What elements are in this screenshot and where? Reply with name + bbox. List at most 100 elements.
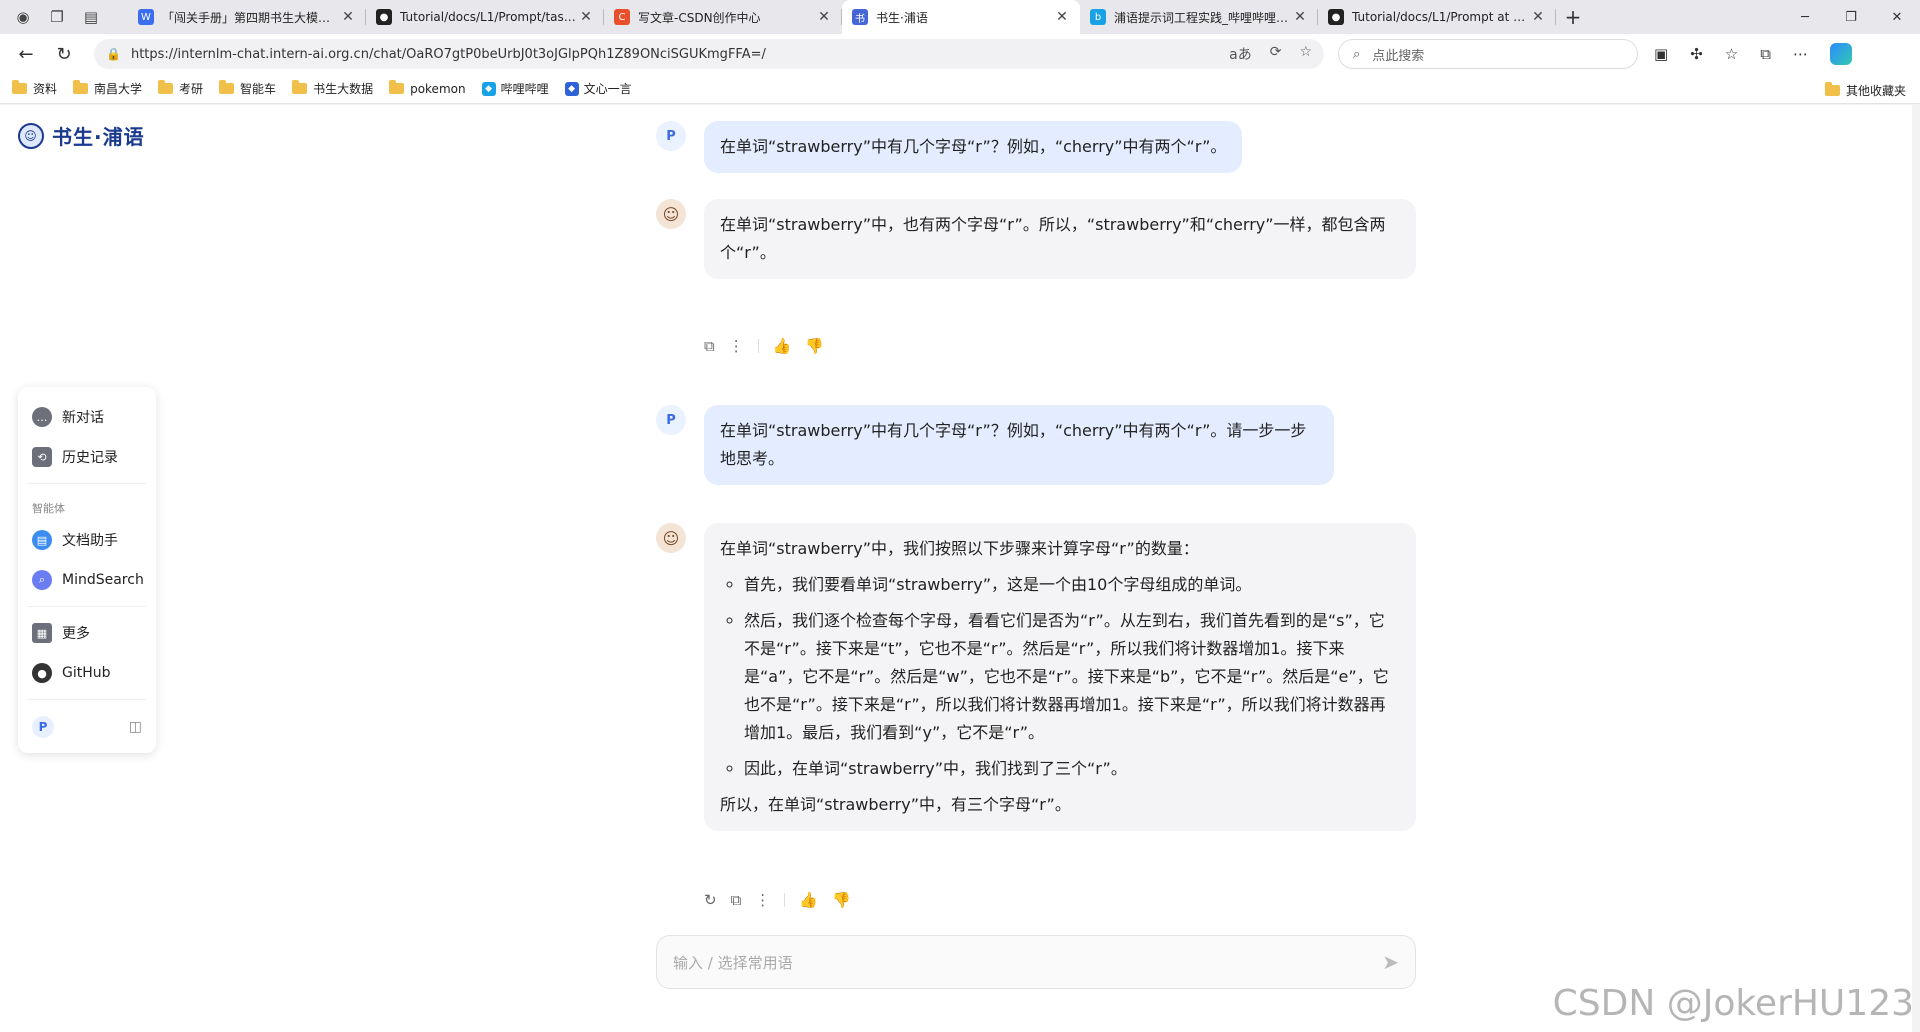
collapse-sidebar-icon[interactable]: ◫ — [129, 719, 142, 735]
thumbs-down-icon[interactable]: 👎 — [805, 337, 824, 355]
close-tab-icon[interactable]: ✕ — [1292, 9, 1308, 25]
address-bar[interactable]: 🔒 https://internlm-chat.intern-ai.org.cn… — [94, 39, 1324, 69]
restore-icon[interactable]: ❐ — [1828, 0, 1874, 34]
other-bookmarks-label: 其他收藏夹 — [1845, 84, 1906, 98]
bookmark-item[interactable]: 资料 — [12, 80, 57, 97]
bookmark-item[interactable]: ◆ 文心一言 — [564, 80, 632, 97]
read-aloud-icon[interactable]: aあ — [1229, 44, 1252, 64]
refresh-button[interactable]: ↻ — [48, 38, 80, 70]
bookmark-label: 文心一言 — [583, 82, 632, 96]
copy-icon[interactable]: ⧉ — [731, 891, 742, 909]
app-available-icon[interactable]: ⟳ — [1270, 44, 1282, 64]
screenshot-icon[interactable]: ⧉ — [1760, 45, 1771, 63]
tab-title: 书生·浦语 — [876, 10, 928, 25]
logo-mascot-icon: ☺ — [18, 122, 44, 149]
extension-icon[interactable]: ▣ — [1654, 45, 1668, 63]
lock-icon[interactable]: 🔒 — [106, 47, 121, 61]
close-tab-icon[interactable]: ✕ — [1054, 9, 1070, 25]
browser-tab[interactable]: W 「闯关手册」第四期书生大模型实 ✕ — [128, 0, 366, 34]
more-button[interactable]: ▦ 更多 — [28, 613, 146, 653]
more-menu-icon[interactable]: ⋯ — [1793, 45, 1808, 63]
chat-input[interactable]: 输入 / 选择常用语 ➤ — [656, 935, 1416, 989]
history-button[interactable]: ⟲ 历史记录 — [28, 437, 146, 477]
window-controls: ─ ❐ ✕ — [1782, 0, 1920, 34]
search-icon: ⌕ — [1353, 46, 1361, 62]
divider — [784, 893, 786, 907]
back-button[interactable]: ← — [10, 38, 42, 70]
tab-title: 写文章-CSDN创作中心 — [638, 10, 761, 25]
thumbs-up-icon[interactable]: 👍 — [773, 337, 792, 355]
close-tab-icon[interactable]: ✕ — [816, 9, 832, 25]
scrollbar-rail[interactable] — [1912, 105, 1920, 1032]
agent-document-assistant[interactable]: ▤ 文档助手 — [28, 520, 146, 560]
divider — [28, 483, 146, 484]
url-text[interactable]: https://internlm-chat.intern-ai.org.cn/c… — [131, 47, 1229, 62]
new-tab-button[interactable]: + — [1556, 0, 1590, 34]
vertical-tabs-icon[interactable]: ▤ — [76, 3, 106, 31]
close-window-icon[interactable]: ✕ — [1874, 0, 1920, 34]
user-avatar[interactable]: P — [32, 716, 54, 738]
copy-icon[interactable]: ⧉ — [704, 337, 715, 355]
user-message: P 在单词“strawberry”中有几个字母“r”？例如，“cherry”中有… — [656, 405, 1334, 485]
csdn-watermark: CSDN @JokerHU123 — [1552, 983, 1914, 1024]
browser-tab[interactable]: C 写文章-CSDN创作中心 ✕ — [604, 0, 842, 34]
chat-bubble-icon: … — [32, 407, 52, 427]
minimize-icon[interactable]: ─ — [1782, 0, 1828, 34]
bookmark-item[interactable]: 南昌大学 — [73, 80, 142, 97]
assistant-avatar-icon: ☺ — [656, 523, 686, 553]
app-logo[interactable]: ☺ 书生·浦语 — [18, 121, 145, 150]
more-options-icon[interactable]: ⋮ — [755, 891, 770, 909]
tab-favicon-icon: ● — [376, 9, 392, 25]
favorite-star-icon[interactable]: ☆ — [1299, 44, 1312, 64]
browser-tab[interactable]: ● Tutorial/docs/L1/Prompt/tasks.m ✕ — [366, 0, 604, 34]
folder-icon — [219, 80, 235, 94]
document-assistant-icon: ▤ — [32, 530, 52, 550]
search-box[interactable]: ⌕ 点此搜索 — [1338, 39, 1638, 69]
other-bookmarks[interactable]: 其他收藏夹 — [1824, 82, 1906, 99]
chat-input-placeholder: 输入 / 选择常用语 — [673, 953, 793, 972]
extensions-puzzle-icon[interactable]: ✣ — [1690, 45, 1703, 63]
toolbar-extensions: ▣ ✣ ☆ ⧉ ⋯ — [1654, 43, 1852, 65]
user-avatar: P — [656, 121, 686, 151]
tab-favicon-icon: 书 — [852, 9, 868, 25]
tab-favicon-icon: b — [1090, 9, 1106, 25]
browser-tab[interactable]: 书书生·浦语 ✕ — [842, 0, 1080, 34]
divider — [28, 699, 146, 700]
bookmark-item[interactable]: pokemon — [389, 80, 466, 96]
close-tab-icon[interactable]: ✕ — [340, 9, 356, 25]
folder-icon — [389, 80, 405, 94]
send-icon[interactable]: ➤ — [1382, 950, 1399, 974]
bookmark-item[interactable]: ◆ 哔哩哔哩 — [481, 80, 549, 97]
address-bar-actions: aあ ⟳ ☆ — [1229, 44, 1312, 64]
browser-tab[interactable]: ● Tutorial/docs/L1/Prompt at camp ✕ — [1318, 0, 1556, 34]
close-tab-icon[interactable]: ✕ — [1530, 9, 1546, 25]
assistant-message-bubble: 在单词“strawberry”中，也有两个字母“r”。所以，“strawberr… — [704, 199, 1416, 279]
copilot-icon[interactable] — [1829, 43, 1852, 65]
profile-icon[interactable]: ◉ — [8, 3, 38, 31]
bookmark-label: 南昌大学 — [94, 82, 143, 96]
browser-tab[interactable]: b 浦语提示词工程实践_哔哩哔哩_bi ✕ — [1080, 0, 1318, 34]
new-chat-button[interactable]: … 新对话 — [28, 397, 146, 437]
bookmark-item[interactable]: 考研 — [158, 80, 203, 97]
more-options-icon[interactable]: ⋮ — [729, 337, 744, 355]
agent-mindsearch[interactable]: ⌕ MindSearch — [28, 560, 146, 600]
bookmark-label: 考研 — [179, 82, 204, 96]
github-link[interactable]: ● GitHub — [28, 653, 146, 693]
user-avatar: P — [656, 405, 686, 435]
regenerate-icon[interactable]: ↻ — [704, 891, 717, 909]
bookmark-label: 书生大数据 — [313, 82, 374, 96]
message-actions: ↻ ⧉ ⋮ 👍 👎 — [704, 891, 851, 909]
bookmark-item[interactable]: 书生大数据 — [292, 80, 373, 97]
workspaces-icon[interactable]: ❐ — [42, 3, 72, 31]
favorites-icon[interactable]: ☆ — [1725, 45, 1738, 63]
thumbs-up-icon[interactable]: 👍 — [799, 891, 818, 909]
list-item: 然后，我们逐个检查每个字母，看看它们是否为“r”。从左到右，我们首先看到的是“s… — [744, 607, 1400, 747]
thumbs-down-icon[interactable]: 👎 — [832, 891, 851, 909]
agent-label: MindSearch — [62, 572, 144, 588]
assistant-avatar-icon: ☺ — [656, 199, 686, 229]
close-tab-icon[interactable]: ✕ — [578, 9, 594, 25]
bookmark-item[interactable]: 智能车 — [219, 80, 276, 97]
bookmarks-bar: 资料 南昌大学 考研 智能车 书生大数据 pokemon ◆ 哔哩哔哩 ◆ 文心一言 其他收藏夹 — [0, 74, 1920, 104]
more-label: 更多 — [62, 626, 90, 642]
tab-title: Tutorial/docs/L1/Prompt/tasks.m — [400, 10, 578, 24]
